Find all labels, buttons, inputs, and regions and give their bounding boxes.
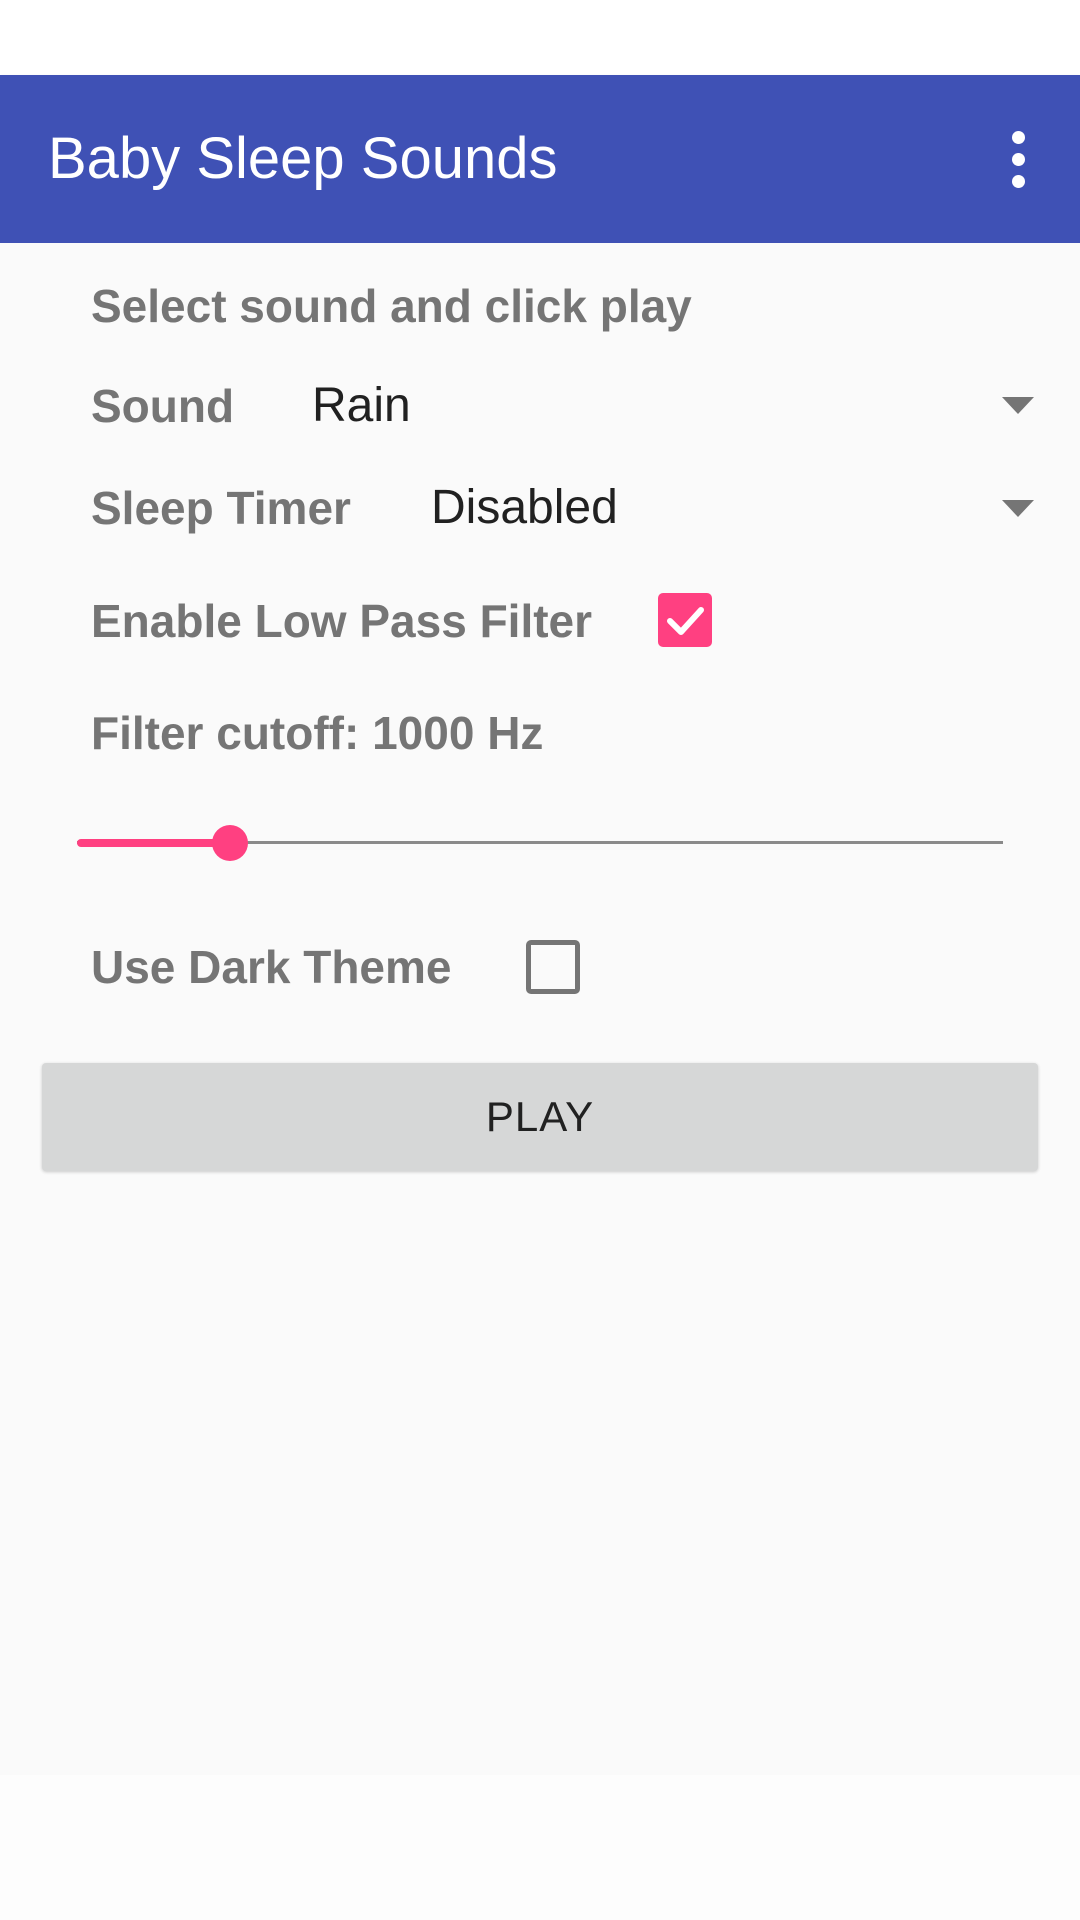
dropdown-arrow-icon: [1002, 500, 1034, 517]
low-pass-filter-label: Enable Low Pass Filter: [91, 595, 593, 647]
dark-theme-label: Use Dark Theme: [91, 941, 452, 993]
filter-cutoff-slider[interactable]: [77, 815, 1003, 871]
sleep-timer-label: Sleep Timer: [91, 482, 351, 534]
status-bar: [0, 0, 1080, 75]
instruction-text: Select sound and click play: [91, 280, 692, 332]
main-content: Select sound and click play Sound Rain S…: [0, 243, 1080, 1775]
slider-thumb[interactable]: [212, 825, 248, 861]
play-button[interactable]: PLAY: [42, 1063, 1038, 1171]
sound-spinner[interactable]: Sound Rain: [0, 360, 1080, 450]
checkmark-icon: [667, 607, 704, 635]
sleep-timer-value: Disabled: [431, 481, 618, 534]
sleep-timer-spinner[interactable]: Sleep Timer Disabled: [0, 463, 1080, 553]
app-bar: Baby Sleep Sounds: [0, 75, 1080, 243]
slider-fill: [77, 839, 230, 847]
more-vert-icon[interactable]: [968, 109, 1068, 209]
filter-cutoff-label: Filter cutoff: 1000 Hz: [91, 707, 544, 759]
dropdown-arrow-icon: [1002, 397, 1034, 414]
bottom-area: [0, 1775, 1080, 1920]
app-title: Baby Sleep Sounds: [48, 126, 558, 191]
sound-label: Sound: [91, 380, 235, 432]
sound-value: Rain: [312, 379, 411, 432]
low-pass-filter-checkbox[interactable]: [658, 593, 712, 647]
dark-theme-checkbox[interactable]: [526, 940, 580, 994]
